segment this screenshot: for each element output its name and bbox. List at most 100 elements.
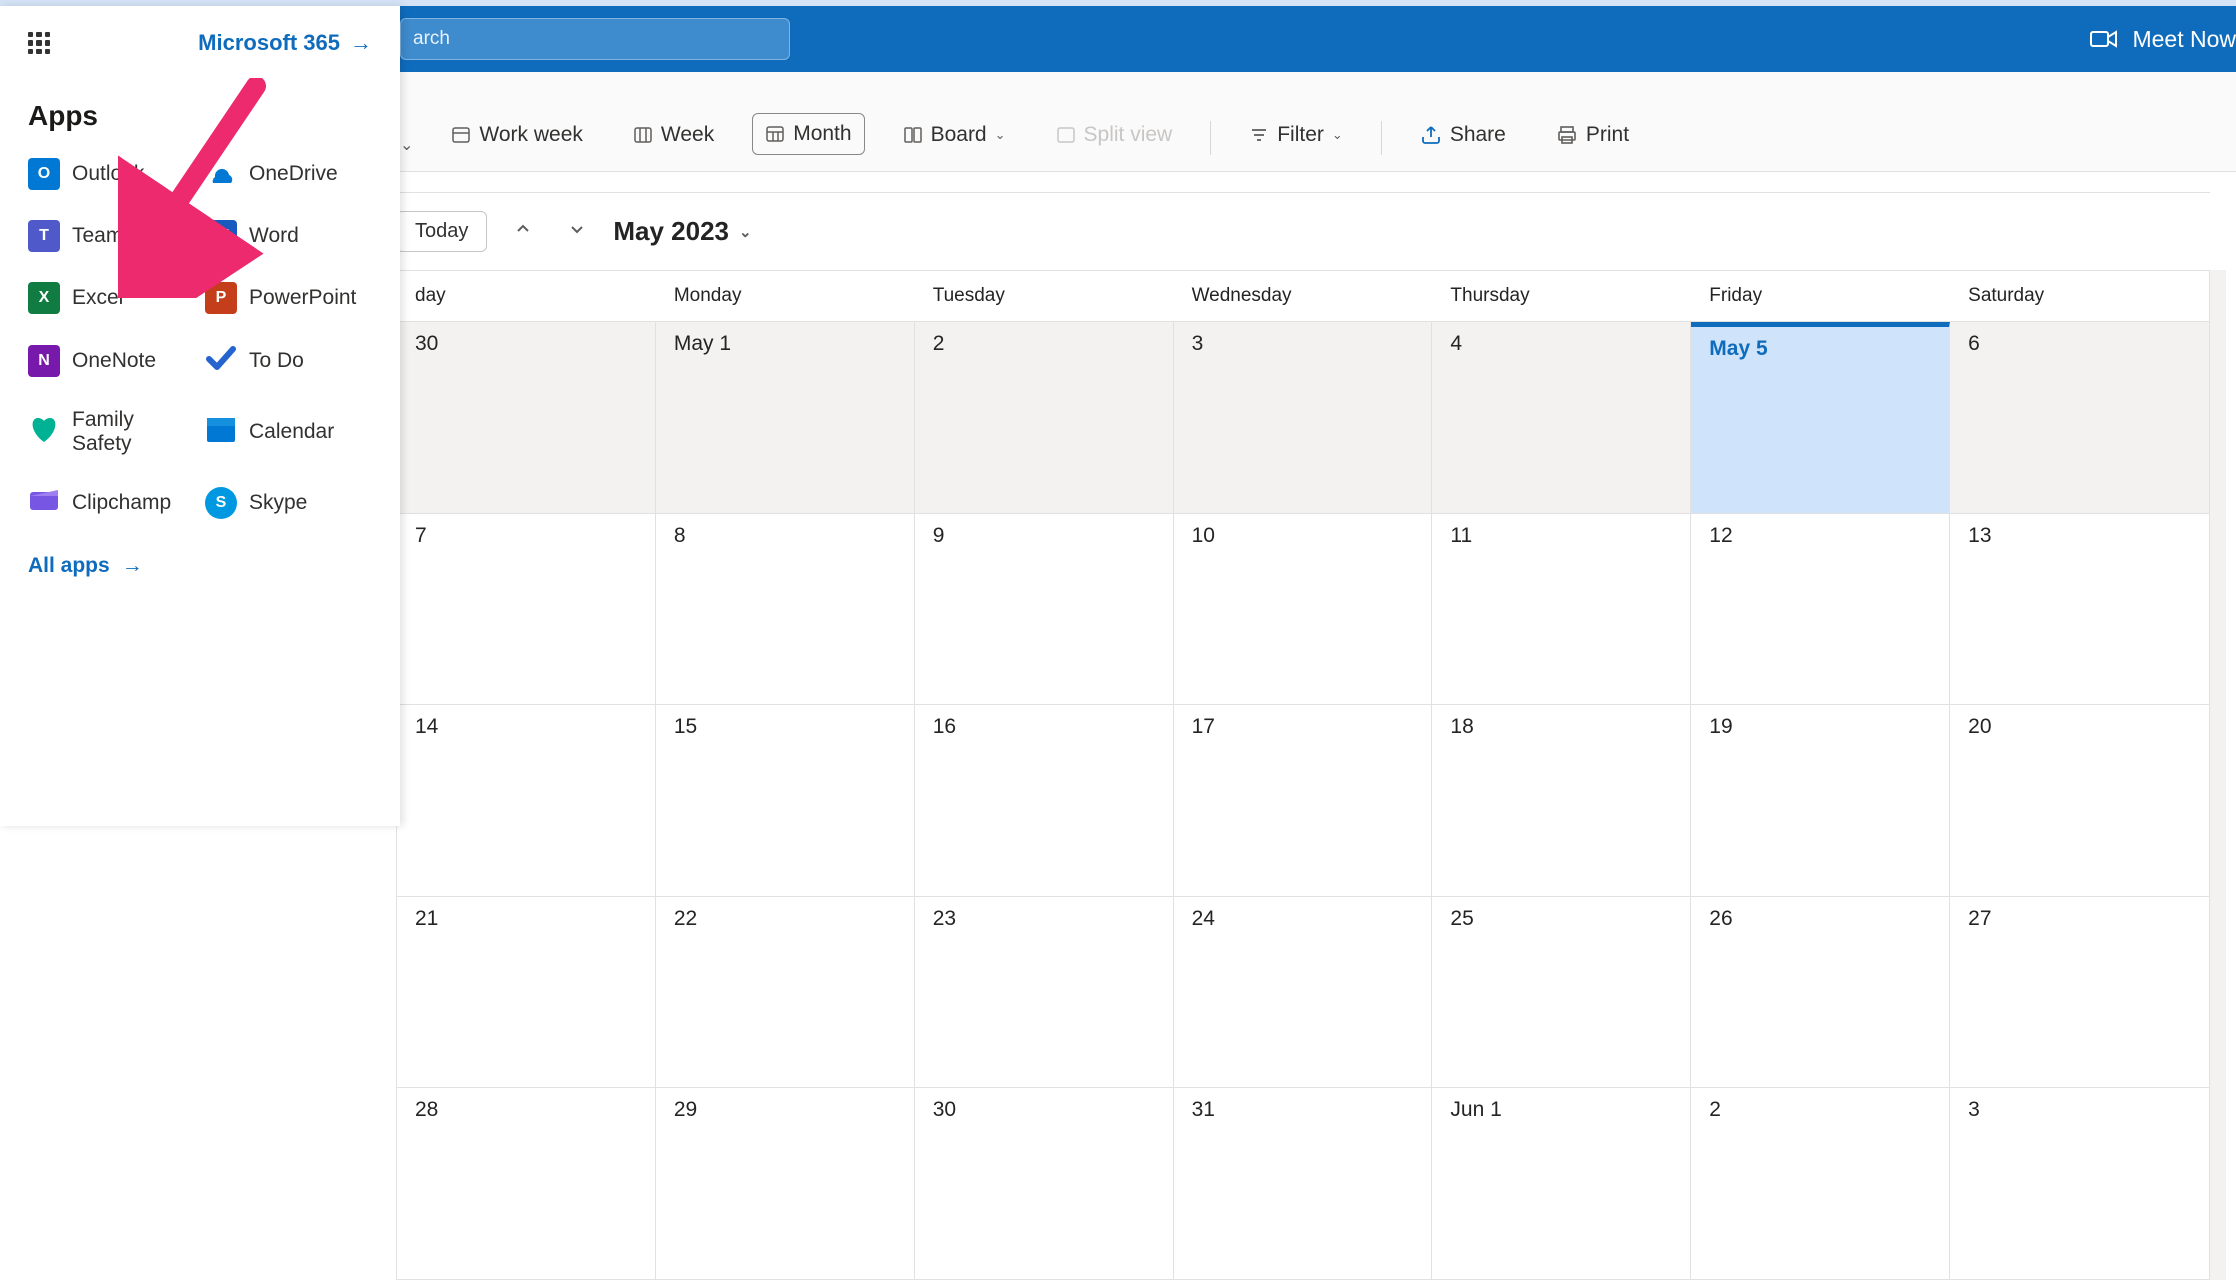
all-apps-link[interactable]: All apps → <box>28 554 372 578</box>
app-calendar[interactable]: Calendar <box>205 408 372 456</box>
calendar-week-row: 78910111213 <box>397 514 2209 706</box>
next-month-button[interactable] <box>559 214 595 249</box>
app-todo[interactable]: To Do <box>205 344 372 378</box>
app-label: Teams <box>72 224 134 248</box>
ppt-icon: P <box>205 282 237 314</box>
view-board-button[interactable]: Board ⌄ <box>891 115 1018 155</box>
app-outlook[interactable]: O Outlook <box>28 158 195 190</box>
calendar-day-cell[interactable]: 12 <box>1691 514 1950 705</box>
teams-icon: T <box>28 220 60 252</box>
prev-month-button[interactable] <box>505 214 541 249</box>
skype-icon: S <box>205 487 237 519</box>
calendar-day-cell[interactable]: 13 <box>1950 514 2209 705</box>
dropdown-caret-icon[interactable]: ⌄ <box>400 135 413 155</box>
calendar-day-cell[interactable]: 23 <box>915 897 1174 1088</box>
app-label: OneNote <box>72 349 156 373</box>
calendar-day-cell[interactable]: 27 <box>1950 897 2209 1088</box>
view-week-button[interactable]: Week <box>621 115 726 155</box>
app-clipchamp[interactable]: Clipchamp <box>28 486 195 520</box>
view-work-week-button[interactable]: Work week <box>439 115 594 155</box>
split-view-icon <box>1056 125 1076 145</box>
day-header: Monday <box>656 271 915 321</box>
calendar-day-cell[interactable]: 9 <box>915 514 1174 705</box>
app-family[interactable]: Family Safety <box>28 408 195 456</box>
calendar-day-cell[interactable]: 3 <box>1950 1088 2209 1279</box>
view-board-label: Board <box>931 123 987 147</box>
app-skype[interactable]: S Skype <box>205 486 372 520</box>
calendar-day-cell[interactable]: 4 <box>1432 322 1691 513</box>
share-button[interactable]: Share <box>1408 115 1518 155</box>
toolbar-divider <box>1381 121 1382 155</box>
share-icon <box>1420 125 1442 145</box>
calendar-day-cell[interactable]: 28 <box>397 1088 656 1279</box>
calendar-day-cell[interactable]: 30 <box>915 1088 1174 1279</box>
app-word[interactable]: W Word <box>205 220 372 252</box>
onenote-icon: N <box>28 345 60 377</box>
split-view-button[interactable]: Split view <box>1044 115 1185 155</box>
apps-heading: Apps <box>28 100 372 132</box>
calendar-day-cell[interactable]: 3 <box>1174 322 1433 513</box>
calendar-day-cell[interactable]: 22 <box>656 897 915 1088</box>
chevron-down-icon: ⌄ <box>1332 127 1343 143</box>
calendar-day-cell[interactable]: 11 <box>1432 514 1691 705</box>
chevron-up-icon <box>515 221 531 237</box>
today-button[interactable]: Today <box>396 211 487 252</box>
scrollbar[interactable] <box>2210 270 2226 1280</box>
calendar-day-cell[interactable]: 30 <box>397 322 656 513</box>
month-navigation: Today May 2023 ⌄ <box>396 192 2210 270</box>
calendar-day-cell[interactable]: 21 <box>397 897 656 1088</box>
print-button[interactable]: Print <box>1544 115 1641 155</box>
calendar-day-cell[interactable]: 15 <box>656 705 915 896</box>
calendar-day-cell[interactable]: 8 <box>656 514 915 705</box>
meet-now-label: Meet Now <box>2132 26 2236 53</box>
calendar-day-cell[interactable]: Jun 1 <box>1432 1088 1691 1279</box>
calendar-day-cell[interactable]: 25 <box>1432 897 1691 1088</box>
calendar-day-cell[interactable]: 29 <box>656 1088 915 1279</box>
calendar-day-cell[interactable]: 10 <box>1174 514 1433 705</box>
calendar-grid: dayMondayTuesdayWednesdayThursdayFridayS… <box>396 270 2210 1280</box>
calendar-day-cell[interactable]: 16 <box>915 705 1174 896</box>
calendar-day-cell[interactable]: 2 <box>1691 1088 1950 1279</box>
app-teams[interactable]: T Teams <box>28 220 195 252</box>
chevron-down-icon: ⌄ <box>739 223 752 241</box>
day-header: Thursday <box>1432 271 1691 321</box>
calendar-day-cell[interactable]: 7 <box>397 514 656 705</box>
calendar-day-cell[interactable]: 2 <box>915 322 1174 513</box>
month-picker[interactable]: May 2023 ⌄ <box>613 216 751 247</box>
view-work-week-label: Work week <box>479 123 582 147</box>
calendar-day-cell[interactable]: 14 <box>397 705 656 896</box>
microsoft-365-link[interactable]: Microsoft 365 → <box>198 30 372 56</box>
todo-icon <box>205 344 237 378</box>
calendar-day-cell[interactable]: 20 <box>1950 705 2209 896</box>
app-label: Outlook <box>72 162 144 186</box>
calendar-day-cell[interactable]: 17 <box>1174 705 1433 896</box>
search-input[interactable]: arch <box>400 18 790 60</box>
calendar-day-cell[interactable]: 24 <box>1174 897 1433 1088</box>
app-label: PowerPoint <box>249 286 356 310</box>
word-icon: W <box>205 220 237 252</box>
calendar-day-cell[interactable]: 19 <box>1691 705 1950 896</box>
calendar-day-cell[interactable]: 26 <box>1691 897 1950 1088</box>
calendar-day-cell[interactable]: May 5 <box>1691 322 1950 513</box>
day-header: Tuesday <box>915 271 1174 321</box>
meet-now-button[interactable]: Meet Now <box>2090 26 2236 53</box>
calendar-day-cell[interactable]: 18 <box>1432 705 1691 896</box>
app-onenote[interactable]: N OneNote <box>28 344 195 378</box>
calendar-day-cell[interactable]: May 1 <box>656 322 915 513</box>
day-header: Saturday <box>1950 271 2209 321</box>
view-month-button[interactable]: Month <box>752 113 864 155</box>
calendar-day-cell[interactable]: 31 <box>1174 1088 1433 1279</box>
chevron-down-icon: ⌄ <box>995 127 1006 143</box>
calendar-day-cell[interactable]: 6 <box>1950 322 2209 513</box>
calendar-week-row: 21222324252627 <box>397 897 2209 1089</box>
filter-button[interactable]: Filter ⌄ <box>1237 115 1355 155</box>
app-excel[interactable]: X Excel <box>28 282 195 314</box>
filter-icon <box>1249 125 1269 145</box>
app-onedrive[interactable]: OneDrive <box>205 158 372 190</box>
app-launcher-button[interactable] <box>28 32 50 54</box>
day-header: Wednesday <box>1174 271 1433 321</box>
month-label: May 2023 <box>613 216 729 247</box>
app-label: Calendar <box>249 420 334 444</box>
app-label: Family Safety <box>72 408 195 456</box>
app-ppt[interactable]: P PowerPoint <box>205 282 372 314</box>
